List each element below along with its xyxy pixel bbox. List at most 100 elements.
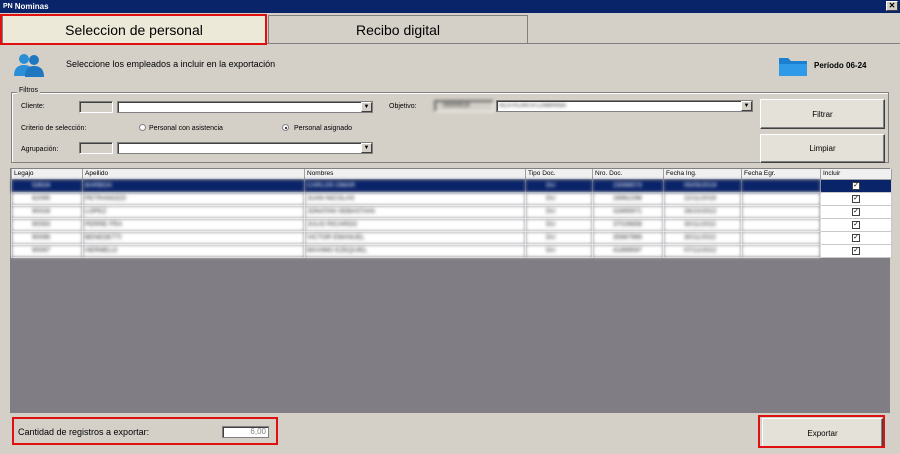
cell-apellido: LOPEZ bbox=[82, 204, 305, 219]
cell-nombres: CARLOS OMAR bbox=[304, 178, 526, 193]
cell-egr bbox=[741, 230, 821, 245]
radio-asignado-label: Personal asignado bbox=[294, 125, 352, 132]
tab-seleccion-personal[interactable]: Seleccion de personal bbox=[2, 15, 266, 43]
cliente-label: Cliente: bbox=[21, 103, 45, 110]
grid-header-row: Legajo Apellido Nombres Tipo Doc. Nro. D… bbox=[11, 169, 892, 180]
col-legajo[interactable]: Legajo bbox=[11, 169, 83, 180]
radio-asistencia-label: Personal con asistencia bbox=[149, 125, 223, 132]
agrupacion-select[interactable]: ▼ bbox=[117, 142, 373, 154]
cell-tipo: DU bbox=[525, 191, 593, 206]
table-row[interactable]: 53634 BARBOA CARLOS OMAR DU 23068573 05/05/20… bbox=[11, 178, 892, 193]
incluir-checkbox[interactable]: ✓ bbox=[852, 233, 860, 242]
cell-nombres: JULIO RICARDO bbox=[304, 217, 526, 232]
cell-incluir: ✓ bbox=[820, 191, 892, 206]
instruction-text: Seleccione los empleados a incluir en la… bbox=[66, 59, 276, 69]
incluir-checkbox[interactable]: ✓ bbox=[852, 181, 860, 190]
cell-incluir: ✓ bbox=[820, 178, 892, 193]
cell-incluir: ✓ bbox=[820, 230, 892, 245]
objetivo-code-field[interactable]: 00000019 bbox=[434, 100, 494, 112]
radio-personal-asignado[interactable] bbox=[282, 124, 289, 131]
col-fecha-ing[interactable]: Fecha Ing. bbox=[663, 169, 742, 180]
criterio-label: Criterio de selección: bbox=[21, 125, 87, 132]
cell-egr bbox=[741, 243, 821, 258]
exportar-button[interactable]: Exportar bbox=[762, 418, 883, 448]
col-nro-doc[interactable]: Nro. Doc. bbox=[592, 169, 664, 180]
cell-ing: 05/05/2019 bbox=[663, 178, 742, 193]
chevron-down-icon[interactable]: ▼ bbox=[361, 102, 372, 112]
period-label: Período 06-24 bbox=[814, 61, 867, 70]
window-titlebar: PN Nominas ✕ bbox=[0, 0, 900, 13]
filtrar-button[interactable]: Filtrar bbox=[760, 99, 885, 129]
incluir-checkbox[interactable]: ✓ bbox=[852, 207, 860, 216]
cell-tipo: DU bbox=[525, 204, 593, 219]
cell-legajo: 90028 bbox=[11, 204, 83, 219]
cell-legajo: 90093 bbox=[11, 217, 83, 232]
cell-legajo: 90097 bbox=[11, 243, 83, 258]
cell-nro: 41899597 bbox=[592, 243, 664, 258]
count-label: Cantidad de registros a exportar: bbox=[18, 427, 150, 437]
employees-grid[interactable]: Legajo Apellido Nombres Tipo Doc. Nro. D… bbox=[10, 168, 892, 413]
cell-nombres: JONATAN SEBASTIAN bbox=[304, 204, 526, 219]
cell-nro: 28962296 bbox=[592, 191, 664, 206]
cell-legajo: 53634 bbox=[11, 178, 83, 193]
objetivo-value: ACA PLANTA CAMPANA bbox=[499, 103, 567, 109]
users-icon bbox=[14, 54, 44, 77]
cell-nro: 35987969 bbox=[592, 230, 664, 245]
objetivo-select[interactable]: ACA PLANTA CAMPANA ▼ bbox=[496, 100, 753, 112]
cell-egr bbox=[741, 204, 821, 219]
cell-nro: 32895971 bbox=[592, 204, 664, 219]
cell-nro: 23068573 bbox=[592, 178, 664, 193]
agrupacion-code-field[interactable] bbox=[79, 142, 113, 154]
cell-apellido: PETRANOZZI bbox=[82, 191, 305, 206]
cell-tipo: DU bbox=[525, 217, 593, 232]
cell-ing: 30/11/2022 bbox=[663, 217, 742, 232]
chevron-down-icon[interactable]: ▼ bbox=[361, 143, 372, 153]
table-row[interactable]: 90096 BENEDETTI VICTOR EMANUEL DU 35987969 30… bbox=[11, 230, 892, 245]
agrupacion-label: Agrupación: bbox=[21, 146, 59, 153]
cell-egr bbox=[741, 178, 821, 193]
employees-table: Legajo Apellido Nombres Tipo Doc. Nro. D… bbox=[11, 169, 892, 258]
col-nombres[interactable]: Nombres bbox=[304, 169, 526, 180]
incluir-checkbox[interactable]: ✓ bbox=[852, 246, 860, 255]
cell-apellido: PERRE FRA bbox=[82, 217, 305, 232]
cell-tipo: DU bbox=[525, 243, 593, 258]
table-row[interactable]: 90093 PERRE FRA JULIO RICARDO DU 37026658 30/… bbox=[11, 217, 892, 232]
cell-apellido: BENEDETTI bbox=[82, 230, 305, 245]
count-value: 6,00 bbox=[222, 426, 269, 438]
col-fecha-egr[interactable]: Fecha Egr. bbox=[741, 169, 821, 180]
chevron-down-icon[interactable]: ▼ bbox=[741, 101, 752, 111]
cell-ing: 26/10/2022 bbox=[663, 204, 742, 219]
tab-divider bbox=[0, 43, 900, 44]
cliente-code-field[interactable] bbox=[79, 101, 113, 113]
cell-incluir: ✓ bbox=[820, 243, 892, 258]
close-button[interactable]: ✕ bbox=[886, 1, 898, 11]
cell-ing: 07/12/2022 bbox=[663, 243, 742, 258]
cell-apellido: BARBOA bbox=[82, 178, 305, 193]
radio-personal-asistencia[interactable] bbox=[139, 124, 146, 131]
cell-incluir: ✓ bbox=[820, 217, 892, 232]
cell-egr bbox=[741, 191, 821, 206]
cell-incluir: ✓ bbox=[820, 204, 892, 219]
cell-legajo: 90096 bbox=[11, 230, 83, 245]
cliente-select[interactable]: ▼ bbox=[117, 101, 373, 113]
tab-recibo-digital[interactable]: Recibo digital bbox=[268, 15, 528, 43]
col-incluir[interactable]: Incluir bbox=[820, 169, 892, 180]
col-apellido[interactable]: Apellido bbox=[82, 169, 305, 180]
incluir-checkbox[interactable]: ✓ bbox=[852, 220, 860, 229]
objetivo-label: Objetivo: bbox=[389, 103, 417, 110]
cell-nombres: VICTOR EMANUEL bbox=[304, 230, 526, 245]
cell-legajo: 62095 bbox=[11, 191, 83, 206]
app-logo-icon: PN bbox=[3, 3, 13, 10]
table-row[interactable]: 62095 PETRANOZZI JUAN NICOLAS DU 28962296 22/… bbox=[11, 191, 892, 206]
cell-tipo: DU bbox=[525, 230, 593, 245]
window-title: Nominas bbox=[14, 2, 49, 11]
cell-nombres: MAXIMO EZEQUIEL bbox=[304, 243, 526, 258]
cell-ing: 30/11/2022 bbox=[663, 230, 742, 245]
col-tipo-doc[interactable]: Tipo Doc. bbox=[525, 169, 593, 180]
table-row[interactable]: 90097 HERMELO MAXIMO EZEQUIEL DU 41899597 07/… bbox=[11, 243, 892, 258]
cell-nombres: JUAN NICOLAS bbox=[304, 191, 526, 206]
cell-nro: 37026658 bbox=[592, 217, 664, 232]
incluir-checkbox[interactable]: ✓ bbox=[852, 194, 860, 203]
table-row[interactable]: 90028 LOPEZ JONATAN SEBASTIAN DU 32895971 26/… bbox=[11, 204, 892, 219]
limpiar-button[interactable]: Limpiar bbox=[760, 134, 885, 163]
